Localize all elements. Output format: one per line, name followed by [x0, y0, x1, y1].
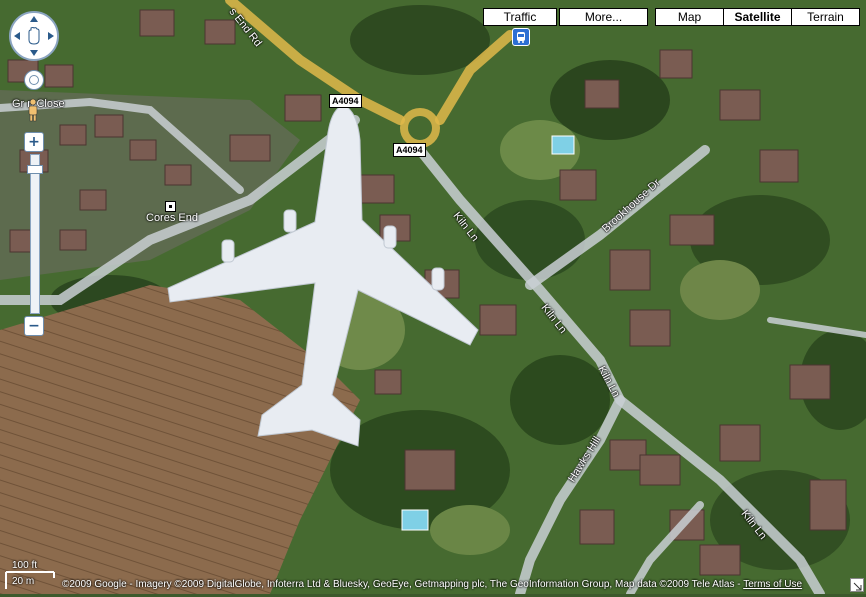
street-view-circle-icon[interactable]	[24, 70, 44, 90]
zoom-slider-handle[interactable]	[27, 165, 43, 174]
satellite-imagery	[0, 0, 866, 594]
bus-stop-icon[interactable]	[512, 28, 530, 46]
copyright-text: ©2009 Google - Imagery ©2009 DigitalGlob…	[62, 579, 744, 590]
pan-control[interactable]	[8, 10, 60, 62]
pan-control-icon[interactable]	[8, 10, 60, 62]
road-shield-a4094: A4094	[393, 143, 426, 157]
more-button[interactable]: More...	[559, 8, 648, 26]
pegman-icon[interactable]	[26, 98, 40, 122]
zoom-out-button[interactable]: −	[24, 316, 44, 336]
satellite-map[interactable]: s End Rd Gr n Close Brookhouse Dr Kiln L…	[0, 0, 866, 594]
satellite-button[interactable]: Satellite	[723, 8, 792, 26]
zoom-slider-track[interactable]	[27, 154, 43, 314]
terrain-button[interactable]: Terrain	[791, 8, 860, 26]
map-button[interactable]: Map	[655, 8, 724, 26]
road-shield-a4094: A4094	[329, 94, 362, 108]
resize-corner-icon[interactable]	[850, 578, 864, 592]
copyright-notice: ©2009 Google - Imagery ©2009 DigitalGlob…	[0, 578, 866, 592]
cores-end-poi-icon[interactable]	[165, 201, 176, 212]
terms-of-use-link[interactable]: Terms of Use	[743, 579, 802, 590]
poi-label-cores-end: Cores End	[146, 212, 198, 224]
traffic-button[interactable]: Traffic	[483, 8, 557, 26]
zoom-control[interactable]: + −	[24, 70, 44, 338]
zoom-in-button[interactable]: +	[24, 132, 44, 152]
